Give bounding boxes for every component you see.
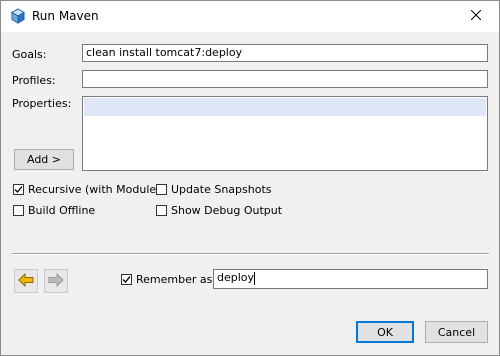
show-debug-output-label: Show Debug Output	[171, 204, 283, 217]
profiles-label: Profiles:	[12, 74, 56, 87]
title-bar: Run Maven	[1, 1, 499, 32]
remember-as-option[interactable]: Remember as:	[121, 273, 216, 286]
run-maven-dialog: Run Maven Goals: clean install tomcat7:d…	[0, 0, 500, 356]
ok-button[interactable]: OK	[356, 321, 414, 343]
build-offline-option[interactable]: Build Offline	[13, 204, 95, 217]
remember-as-value: deploy	[217, 271, 255, 284]
cancel-button[interactable]: Cancel	[425, 321, 488, 343]
remember-as-label: Remember as:	[136, 273, 217, 286]
build-offline-label: Build Offline	[28, 204, 96, 217]
update-snapshots-option[interactable]: Update Snapshots	[156, 183, 272, 196]
build-offline-checkbox[interactable]	[13, 205, 24, 216]
goals-input[interactable]: clean install tomcat7:deploy	[82, 44, 488, 62]
properties-textarea[interactable]	[82, 96, 488, 171]
arrow-right-icon	[48, 272, 64, 290]
close-icon	[470, 9, 482, 23]
properties-label: Properties:	[12, 97, 72, 110]
remember-as-input[interactable]: deploy	[213, 269, 488, 289]
recursive-option[interactable]: Recursive (with Modules)	[13, 183, 166, 196]
remember-as-checkbox[interactable]	[121, 274, 132, 285]
window-title: Run Maven	[32, 9, 99, 23]
profiles-input[interactable]	[82, 70, 488, 88]
add-property-button[interactable]: Add >	[14, 149, 74, 170]
maven-cube-icon	[10, 8, 26, 24]
recursive-label: Recursive (with Modules)	[28, 183, 167, 196]
update-snapshots-checkbox[interactable]	[156, 184, 167, 195]
text-cursor	[254, 271, 256, 285]
recursive-checkbox[interactable]	[13, 184, 24, 195]
forward-button[interactable]	[44, 269, 68, 293]
separator	[12, 253, 489, 255]
properties-selected-row	[84, 98, 486, 116]
show-debug-output-checkbox[interactable]	[156, 205, 167, 216]
close-button[interactable]	[453, 1, 499, 32]
show-debug-output-option[interactable]: Show Debug Output	[156, 204, 282, 217]
arrow-left-icon	[18, 272, 34, 290]
goals-label: Goals:	[12, 48, 47, 61]
update-snapshots-label: Update Snapshots	[171, 183, 272, 196]
back-button[interactable]	[14, 269, 38, 293]
